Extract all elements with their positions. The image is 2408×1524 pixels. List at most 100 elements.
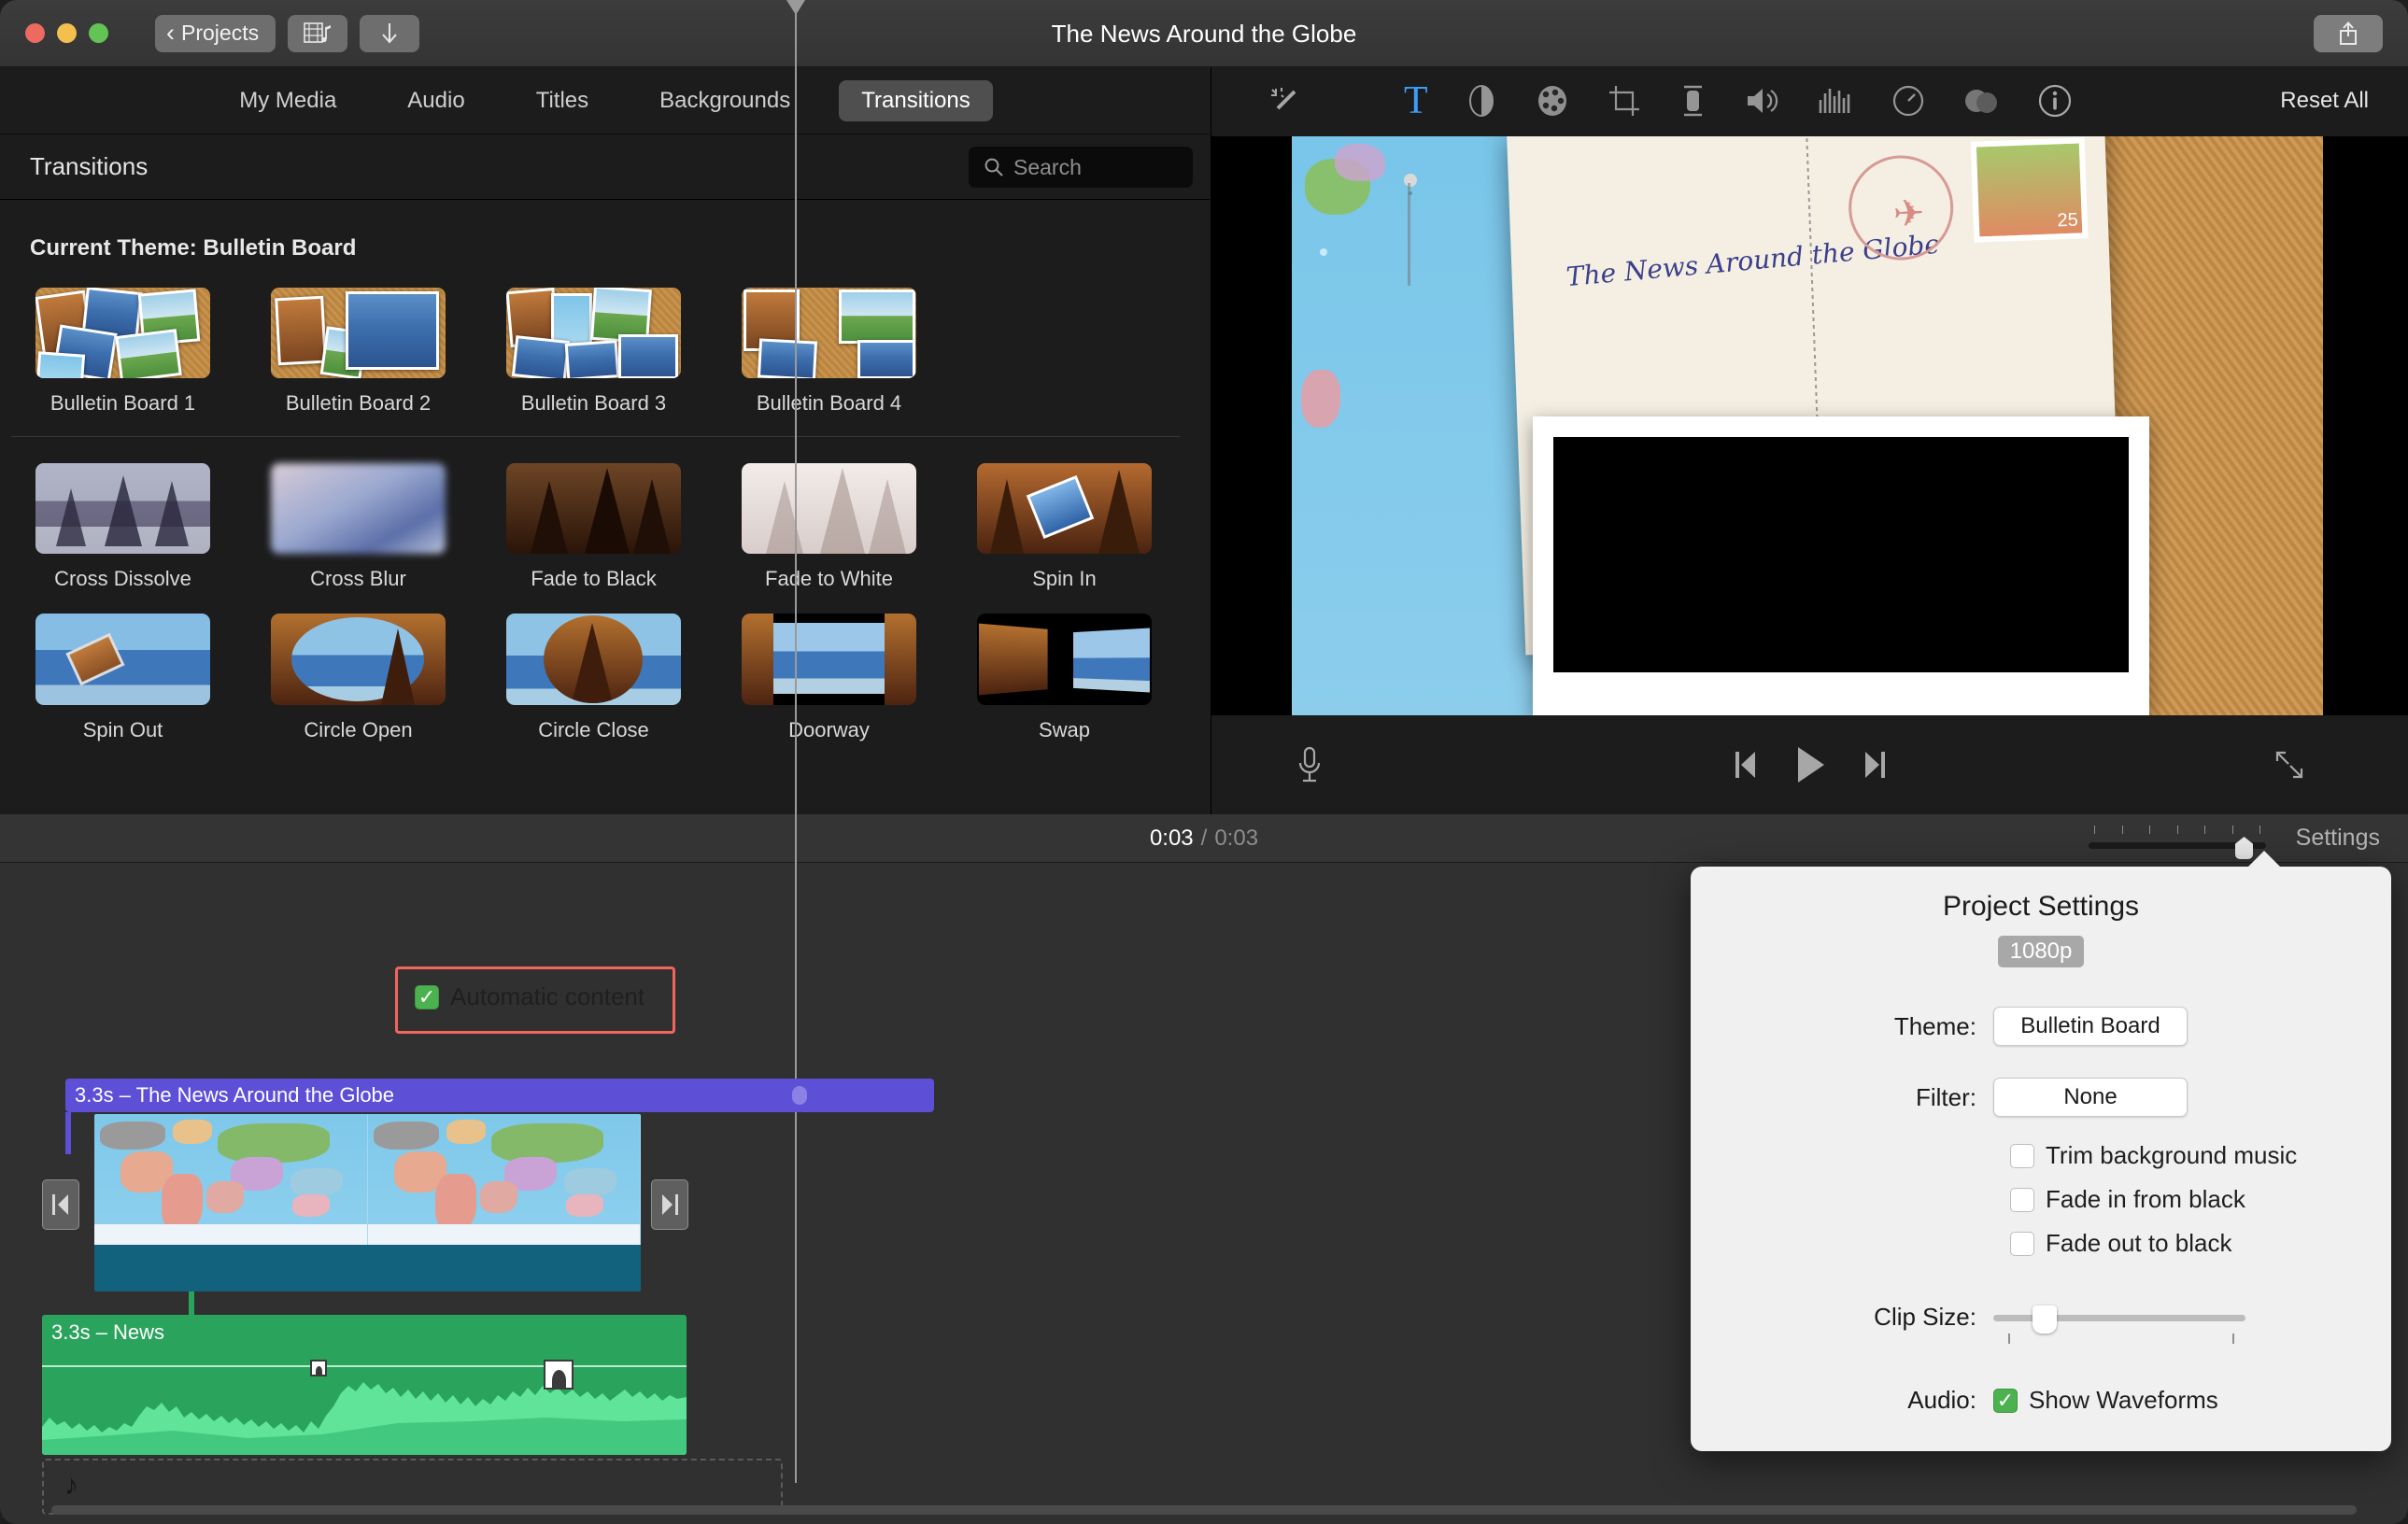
checkmark-icon: ✓ <box>1996 1388 2015 1412</box>
transition-fade-to-black[interactable]: Fade to Black <box>506 463 681 591</box>
automatic-content-row[interactable]: ✓ Automatic content <box>415 982 644 1011</box>
time-separator: / <box>1200 825 1208 851</box>
transition-thumbnail <box>35 463 210 554</box>
clip-size-slider[interactable] <box>1993 1304 2245 1344</box>
timeline-video-clip[interactable] <box>94 1114 641 1291</box>
transition-circle-open[interactable]: Circle Open <box>271 614 446 742</box>
trim-handle-right[interactable] <box>651 1179 688 1230</box>
transition-label: Cross Dissolve <box>54 567 191 590</box>
skip-previous-icon[interactable] <box>1733 749 1757 781</box>
magic-wand-icon[interactable] <box>1269 85 1301 117</box>
tab-titles[interactable]: Titles <box>514 80 611 121</box>
titles-text-icon[interactable]: T <box>1404 81 1428 120</box>
timeline-zoom-slider[interactable] <box>2089 826 2266 859</box>
transition-thumbnail <box>271 463 446 554</box>
transition-label: Doorway <box>788 718 870 741</box>
transition-swap[interactable]: Swap <box>977 614 1152 742</box>
transition-bulletin-board-4[interactable]: Bulletin Board 4 <box>742 288 916 416</box>
zoom-window-button[interactable] <box>89 23 108 43</box>
filter-row: Filter: None <box>1691 1078 2391 1117</box>
transition-fade-to-white[interactable]: Fade to White <box>742 463 916 591</box>
video-preview-frame[interactable]: The News Around the Globe ✈ 25 <box>1292 136 2323 715</box>
close-window-button[interactable] <box>25 23 45 43</box>
film-music-icon <box>304 21 332 43</box>
trim-background-music-checkbox[interactable] <box>2010 1143 2034 1168</box>
transition-label: Swap <box>1038 718 1091 741</box>
transition-bulletin-board-1[interactable]: Bulletin Board 1 <box>35 288 210 416</box>
transition-bulletin-board-2[interactable]: Bulletin Board 2 <box>271 288 446 416</box>
speed-icon[interactable] <box>1891 84 1925 118</box>
transition-label: Fade to Black <box>531 567 657 590</box>
fade-out-to-black-checkbox[interactable] <box>2010 1231 2034 1256</box>
fade-in-from-black-row[interactable]: Fade in from black <box>2010 1185 2391 1214</box>
audio-volume-line[interactable] <box>42 1365 687 1367</box>
minimize-window-button[interactable] <box>57 23 77 43</box>
project-settings-title: Project Settings <box>1942 891 2140 922</box>
title-clip-keyframe-handle[interactable] <box>792 1086 807 1105</box>
transition-cross-blur[interactable]: Cross Blur <box>271 463 446 591</box>
timeline-title-clip[interactable]: 3.3s – The News Around the Globe <box>65 1079 934 1112</box>
stamp-value: 25 <box>2057 209 2079 232</box>
trim-background-music-row[interactable]: Trim background music <box>2010 1141 2391 1170</box>
fade-in-from-black-checkbox[interactable] <box>2010 1187 2034 1212</box>
tab-transitions[interactable]: Transitions <box>839 79 993 121</box>
chevron-left-icon: ‹ <box>166 19 175 47</box>
transition-thumbnail <box>506 614 681 705</box>
transition-thumbnail <box>271 288 446 378</box>
trim-background-music-label: Trim background music <box>2046 1141 2298 1169</box>
fade-out-to-black-row[interactable]: Fade out to black <box>2010 1229 2391 1258</box>
download-button[interactable] <box>360 14 420 52</box>
timeline-audio-clip[interactable]: 3.3s – News <box>42 1315 687 1455</box>
settings-button[interactable]: Settings <box>2296 825 2380 852</box>
filter-label: Filter: <box>1916 1082 1976 1111</box>
transitions-list[interactable]: Current Theme: Bulletin Board Bulletin B… <box>0 200 1210 814</box>
color-correction-icon[interactable] <box>1535 84 1570 118</box>
skip-next-icon[interactable] <box>1863 749 1888 781</box>
show-waveforms-row[interactable]: ✓ Show Waveforms <box>1993 1386 2218 1415</box>
transition-bulletin-board-3[interactable]: Bulletin Board 3 <box>506 288 681 416</box>
theme-select-button[interactable]: Bulletin Board <box>1993 1007 2188 1046</box>
transition-circle-close[interactable]: Circle Close <box>506 614 681 742</box>
share-button[interactable] <box>2314 15 2383 52</box>
playhead[interactable] <box>786 0 805 1483</box>
clip-filter-icon[interactable] <box>1962 84 2000 118</box>
play-icon[interactable] <box>1794 745 1826 784</box>
trim-handle-left[interactable] <box>42 1179 79 1230</box>
standard-transitions-row-1: Cross Dissolve Cross Blur Fade to Black <box>0 463 1210 591</box>
fullscreen-icon[interactable] <box>2273 749 2305 781</box>
music-note-icon: ♪ <box>64 1470 78 1501</box>
current-theme-heading: Current Theme: Bulletin Board <box>30 235 357 261</box>
audio-row: Audio: ✓ Show Waveforms <box>1691 1386 2391 1415</box>
transition-thumbnail <box>742 463 916 554</box>
audio-clip-label: 3.3s – News <box>51 1320 165 1344</box>
show-waveforms-checkbox[interactable]: ✓ <box>1993 1388 2018 1413</box>
import-media-button[interactable] <box>288 14 348 52</box>
reset-all-button[interactable]: Reset All <box>2280 88 2369 114</box>
transition-doorway[interactable]: Doorway <box>742 614 916 742</box>
crop-icon[interactable] <box>1608 84 1641 118</box>
color-balance-icon[interactable] <box>1466 83 1497 119</box>
filter-select-button[interactable]: None <box>1993 1078 2188 1117</box>
fade-out-to-black-label: Fade out to black <box>2046 1229 2232 1257</box>
noise-reduction-icon[interactable] <box>1817 85 1854 117</box>
tab-audio[interactable]: Audio <box>385 80 487 121</box>
tab-my-media[interactable]: My Media <box>217 80 359 121</box>
clip-size-knob[interactable] <box>2033 1305 2057 1334</box>
microphone-icon[interactable] <box>1297 745 1322 784</box>
transition-cross-dissolve[interactable]: Cross Dissolve <box>35 463 210 591</box>
timeline-scrollbar[interactable] <box>51 1505 2357 1515</box>
audio-label: Audio: <box>1907 1386 1976 1414</box>
stabilization-icon[interactable] <box>1679 83 1707 119</box>
viewer-panel: T Reset All The News Around the Globe ✈ … <box>1211 67 2408 814</box>
playback-controls <box>1211 715 2408 814</box>
back-to-projects-button[interactable]: ‹ Projects <box>155 14 276 52</box>
volume-icon[interactable] <box>1744 85 1779 117</box>
search-field[interactable]: Search <box>969 147 1193 188</box>
automatic-content-checkbox[interactable]: ✓ <box>415 984 439 1009</box>
info-icon[interactable] <box>2037 83 2073 119</box>
transition-spin-in[interactable]: Spin In <box>977 463 1152 591</box>
transition-spin-out[interactable]: Spin Out <box>35 614 210 742</box>
popover-arrow <box>2247 851 2281 868</box>
transition-thumbnail <box>271 614 446 705</box>
tab-backgrounds[interactable]: Backgrounds <box>637 80 813 121</box>
